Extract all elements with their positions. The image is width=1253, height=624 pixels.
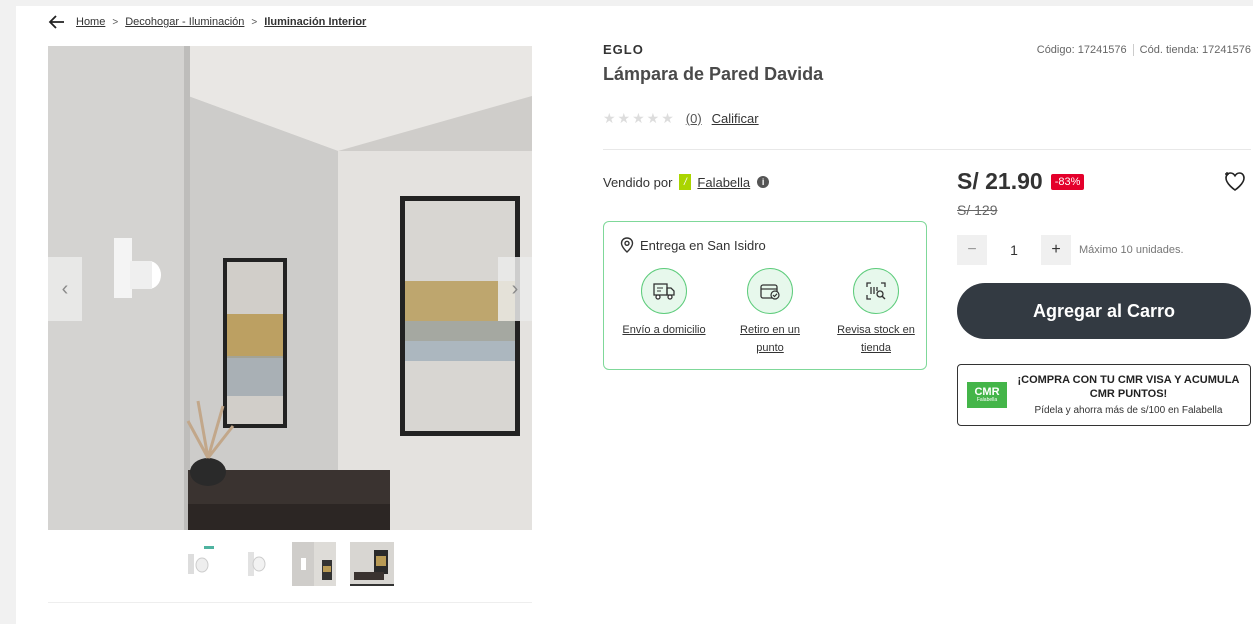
cmr-promo-text: ¡COMPRA CON TU CMR VISA Y ACUMULA CMR PU… [1007, 374, 1250, 416]
original-price: S/ 129 [957, 202, 998, 218]
rate-link[interactable]: Calificar [712, 111, 759, 126]
quantity-max-label: Máximo 10 unidades. [1079, 244, 1184, 256]
delivery-option-list: Envío a domicilio Retiro en un punto Rev… [622, 268, 918, 357]
thumbnail-2[interactable] [234, 542, 278, 586]
heart-icon[interactable] [1223, 170, 1247, 192]
gallery-prev-button[interactable]: ‹ [48, 257, 82, 321]
seller-info: Vendido por / Falabella i [603, 174, 770, 190]
breadcrumb-separator: > [251, 16, 258, 28]
quantity-decrease-button[interactable]: − [957, 235, 987, 265]
thumbnail-1[interactable] [176, 542, 220, 586]
store-stock-option[interactable]: Revisa stock en tienda [834, 268, 918, 357]
store-code: Cód. tienda: 17241576 [1139, 44, 1251, 56]
thumbnail-4[interactable] [350, 542, 394, 586]
cmr-promo-title: ¡COMPRA CON TU CMR VISA Y ACUMULA CMR PU… [1017, 374, 1240, 400]
breadcrumb-home[interactable]: Home [76, 16, 105, 28]
quantity-value[interactable]: 1 [987, 242, 1041, 258]
cmr-logo-subtext: Falabella [976, 397, 998, 403]
store-stock-label: Revisa stock en tienda [837, 324, 915, 354]
breadcrumb-decohogar[interactable]: Decohogar - Iluminación [125, 16, 244, 28]
home-delivery-option[interactable]: Envío a domicilio [622, 268, 706, 357]
discount-badge: -83% [1050, 173, 1085, 190]
product-title: Lámpara de Pared Davida [603, 64, 824, 84]
breadcrumb: Home > Decohogar - Iluminación > Ilumina… [48, 14, 366, 30]
truck-icon [653, 283, 675, 300]
product-main-image[interactable]: ‹ › [48, 46, 532, 530]
delivery-location-text: Entrega en San Isidro [640, 237, 766, 253]
add-to-cart-button[interactable]: Agregar al Carro [957, 283, 1251, 339]
delivery-location[interactable]: Entrega en San Isidro [620, 237, 766, 253]
pickup-point-option[interactable]: Retiro en un punto [728, 268, 812, 357]
breadcrumb-current[interactable]: Iluminación Interior [264, 16, 366, 28]
brand-name[interactable]: EGLO [603, 42, 644, 57]
current-price: S/ 21.90 [957, 168, 1043, 194]
section-divider [603, 149, 1251, 150]
falabella-logo-icon: / [679, 174, 692, 190]
price-block: S/ 21.90 -83% [957, 168, 1085, 195]
stock-search-icon [866, 282, 886, 300]
breadcrumb-separator: > [112, 16, 119, 28]
thumbnail-3[interactable] [292, 542, 336, 586]
back-arrow-icon[interactable] [48, 14, 66, 30]
gallery-next-button[interactable]: › [498, 257, 532, 321]
code-divider [1132, 44, 1134, 56]
delivery-options-card: Entrega en San Isidro Envío a domicilio [603, 221, 927, 370]
home-delivery-label: Envío a domicilio [622, 324, 706, 336]
rating-count[interactable]: (0) [686, 111, 702, 126]
rating-stars: ★★★★★ [603, 110, 676, 126]
product-photo [48, 46, 532, 530]
pickup-point-label: Retiro en un punto [740, 324, 800, 354]
seller-link[interactable]: Falabella [697, 175, 750, 190]
location-pin-icon [620, 237, 634, 253]
product-page: Home > Decohogar - Iluminación > Ilumina… [16, 6, 1253, 624]
rating-row: ★★★★★ (0) Calificar [603, 110, 759, 127]
product-codes: Código: 17241576 Cód. tienda: 17241576 [1037, 44, 1251, 56]
thumbnail-strip [176, 542, 394, 586]
quantity-increase-button[interactable]: + [1041, 235, 1071, 265]
cmr-logo: CMR Falabella [967, 382, 1007, 408]
seller-prefix: Vendido por [603, 174, 673, 190]
gallery-divider [48, 602, 532, 603]
product-code: Código: 17241576 [1036, 44, 1127, 56]
quantity-stepper: − 1 + Máximo 10 unidades. [957, 235, 1184, 265]
info-icon[interactable]: i [757, 176, 770, 188]
store-pickup-icon [760, 284, 780, 300]
cmr-promo-banner[interactable]: CMR Falabella ¡COMPRA CON TU CMR VISA Y … [957, 364, 1251, 426]
cmr-promo-subtitle: Pídela y ahorra más de s/100 en Falabell… [1034, 404, 1223, 416]
